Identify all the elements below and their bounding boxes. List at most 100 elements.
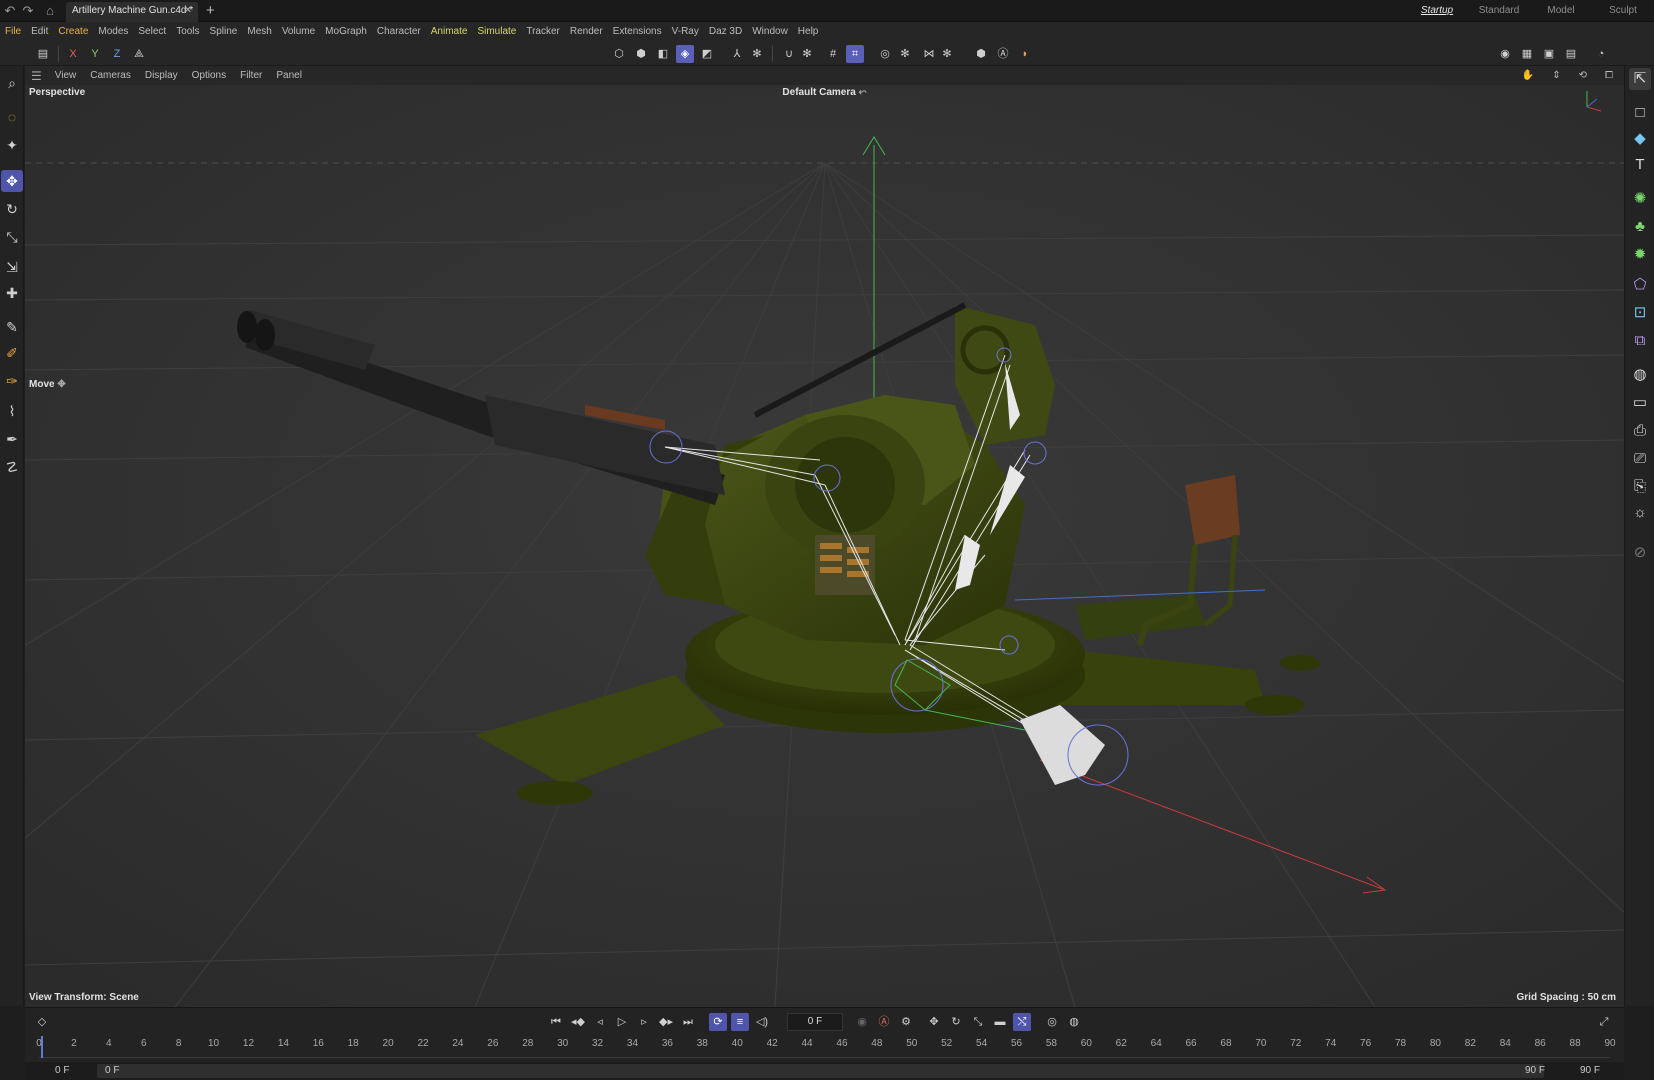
daz-icon[interactable]: ◗	[1016, 45, 1034, 63]
edges-mode-icon[interactable]: ⬢	[632, 45, 650, 63]
sound-icon[interactable]: ◁)	[753, 1013, 771, 1031]
range-end-inner[interactable]: 90 F	[1525, 1065, 1545, 1076]
viewport-menu-cameras[interactable]: Cameras	[83, 70, 138, 81]
previous-key-icon[interactable]: ◂◆	[569, 1013, 587, 1031]
go-to-start-icon[interactable]: ⏮	[547, 1013, 565, 1031]
menu-animate[interactable]: Animate	[428, 22, 475, 42]
place-tool-icon[interactable]: ✚	[1, 282, 23, 304]
menu-mograph[interactable]: MoGraph	[322, 22, 374, 42]
close-tab-icon[interactable]: ✕	[184, 5, 192, 16]
axis-z-toggle[interactable]: Z	[108, 45, 126, 63]
lock-axis-icon[interactable]: ⋈	[920, 45, 938, 63]
menu-spline[interactable]: Spline	[207, 22, 245, 42]
axis-y-toggle[interactable]: Y	[86, 45, 104, 63]
sketch-tool-icon[interactable]: ✐	[1, 342, 23, 364]
menu-character[interactable]: Character	[374, 22, 428, 42]
menu-create[interactable]: Create	[55, 22, 95, 42]
render-settings-icon[interactable]: ▤	[1562, 45, 1580, 63]
key-pla-icon[interactable]: ⤭	[1013, 1013, 1031, 1031]
viewport-menu-panel[interactable]: Panel	[269, 70, 309, 81]
autokey-icon[interactable]: Ⓐ	[875, 1013, 893, 1031]
viewport-menu-display[interactable]: Display	[138, 70, 185, 81]
range-start-inner[interactable]: 0 F	[105, 1065, 119, 1076]
selection-settings-icon[interactable]: ✦	[1, 134, 23, 156]
transfer-tool-icon[interactable]: ⇲	[1, 256, 23, 278]
viewport-camera-label[interactable]: Default Camera	[782, 87, 855, 98]
render-view-icon[interactable]: ◉	[1496, 45, 1514, 63]
range-start-field[interactable]: 0 F	[55, 1065, 69, 1076]
spline-generator-icon[interactable]: ⊡	[1629, 302, 1651, 324]
menu-mesh[interactable]: Mesh	[244, 22, 278, 42]
viewport-menu-options[interactable]: Options	[185, 70, 233, 81]
range-slider[interactable]	[97, 1064, 1544, 1078]
menu-extensions[interactable]: Extensions	[610, 22, 669, 42]
menu-select[interactable]: Select	[135, 22, 173, 42]
spline-smooth-icon[interactable]: ✑	[1, 370, 23, 392]
motion-clip-icon[interactable]: ◍	[1065, 1013, 1083, 1031]
loop-icon[interactable]: ⟳	[709, 1013, 727, 1031]
spline-draw-icon[interactable]: ✒	[1, 428, 23, 450]
deformer-icon[interactable]: ✹	[1629, 244, 1651, 266]
zoom-view-icon[interactable]: ⇕	[1545, 70, 1567, 81]
lock-settings-icon[interactable]: ✻	[938, 45, 956, 63]
symmetry-icon[interactable]: ◎	[876, 45, 894, 63]
camera-link-icon[interactable]: ⬿	[859, 87, 867, 98]
new-tab-button[interactable]: +	[206, 2, 215, 19]
pan-view-icon[interactable]: ✋	[1515, 70, 1541, 81]
menu-simulate[interactable]: Simulate	[474, 22, 523, 42]
menu-render[interactable]: Render	[567, 22, 610, 42]
menu-daz3d[interactable]: Daz 3D	[706, 22, 749, 42]
rotate-tool-icon[interactable]: ↻	[1, 198, 23, 220]
spline-pen-icon[interactable]: ✎	[1, 316, 23, 338]
redo-icon[interactable]: ↷	[20, 3, 36, 19]
texture-mode-icon[interactable]: ◩	[698, 45, 716, 63]
next-key-icon[interactable]: ◆▸	[657, 1013, 675, 1031]
axis-mode-icon[interactable]: ⅄	[728, 45, 746, 63]
scale-tool-icon[interactable]: ⤡	[1, 226, 23, 248]
generator-icon[interactable]: ✺	[1629, 188, 1651, 210]
keyframe-diamond-icon[interactable]: ◇	[33, 1013, 51, 1031]
motion-system-icon[interactable]: ◎	[1043, 1013, 1061, 1031]
layout-sculpt[interactable]: Sculpt	[1592, 0, 1654, 22]
menu-tools[interactable]: Tools	[173, 22, 206, 42]
fcurve-editor-icon[interactable]: ⤢	[1595, 1013, 1613, 1031]
timeline-ruler[interactable]: 0 2 4 6 8 10 12 14 16 18 20 22 24 26 28 30 32 34 36 38 40 42 4…	[36, 1036, 1616, 1060]
axis-settings-icon[interactable]: ✻	[748, 45, 766, 63]
volume-icon[interactable]: ⧉	[1629, 330, 1651, 352]
grid-snap-icon[interactable]: ⌗	[846, 45, 864, 63]
scene-clapper-icon[interactable]: ▭	[1629, 392, 1651, 414]
viewport-menu-view[interactable]: View	[48, 70, 84, 81]
playback-rate-icon[interactable]: ≡	[731, 1013, 749, 1031]
move-tool-icon[interactable]: ✥	[1, 170, 23, 192]
next-frame-icon[interactable]: ▹	[635, 1013, 653, 1031]
record-icon[interactable]: ◉	[853, 1013, 871, 1031]
viewport-menu-filter[interactable]: Filter	[233, 70, 269, 81]
light-icon[interactable]: ☼	[1629, 502, 1651, 524]
render-region-icon[interactable]: ▦	[1518, 45, 1536, 63]
previous-frame-icon[interactable]: ◃	[591, 1013, 609, 1031]
live-selection-icon[interactable]: ◌	[1, 106, 23, 128]
orbit-view-icon[interactable]: ⟲	[1572, 70, 1594, 81]
menu-help[interactable]: Help	[795, 22, 826, 42]
menu-vray[interactable]: V-Ray	[669, 22, 706, 42]
layout-startup[interactable]: Startup	[1406, 0, 1468, 22]
null-object-icon[interactable]: □	[1629, 102, 1651, 124]
key-position-icon[interactable]: ✥	[925, 1013, 943, 1031]
vray-camera-icon[interactable]: ⎚	[1629, 448, 1651, 470]
menu-window[interactable]: Window	[749, 22, 795, 42]
points-mode-icon[interactable]: ⬡	[610, 45, 628, 63]
undo-icon[interactable]: ↶	[2, 3, 18, 19]
key-scale-icon[interactable]: ⤡	[969, 1013, 987, 1031]
cube-object-icon[interactable]: ◆	[1629, 128, 1651, 150]
polygons-mode-icon[interactable]: ◧	[654, 45, 672, 63]
play-icon[interactable]: ▷	[613, 1013, 631, 1031]
key-parameter-icon[interactable]: ▬	[991, 1013, 1009, 1031]
current-frame-field[interactable]: 0 F	[787, 1013, 843, 1031]
maximize-view-icon[interactable]: ⧠	[1598, 70, 1620, 81]
document-tab[interactable]: Artillery Machine Gun.c4d * ✕	[66, 2, 198, 22]
menu-tracker[interactable]: Tracker	[523, 22, 567, 42]
text-object-icon[interactable]: T	[1629, 154, 1651, 176]
field-icon[interactable]: ⬠	[1629, 274, 1651, 296]
vray-icon[interactable]: Ⓐ	[994, 45, 1012, 63]
camera-icon[interactable]: ⎙	[1629, 420, 1651, 442]
